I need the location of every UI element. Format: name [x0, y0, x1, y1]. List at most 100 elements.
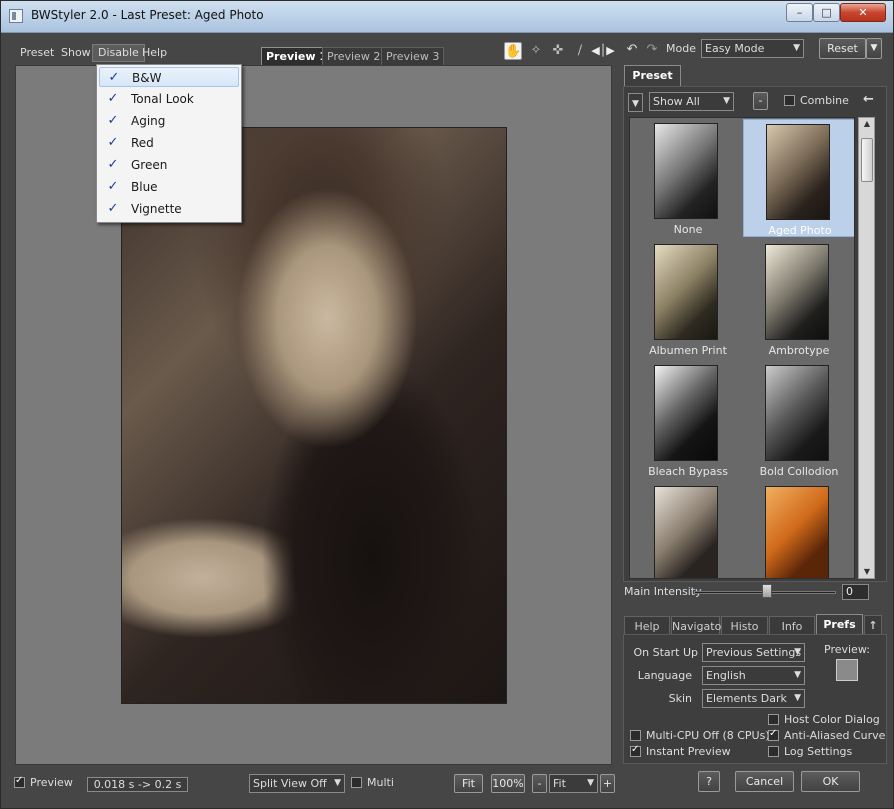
preview-label: Preview [30, 776, 73, 789]
skin-label: Skin [668, 692, 692, 705]
multi-checkbox[interactable] [351, 777, 362, 788]
disable-item-aging[interactable]: ✓ Aging [99, 111, 239, 131]
preset-label: Aged Photo [768, 224, 832, 237]
expand-arrow-icon[interactable]: ↑ [864, 615, 882, 636]
combine-label: Combine [800, 94, 849, 107]
log-settings-label: Log Settings [784, 745, 853, 758]
fit-button[interactable]: Fit [454, 774, 483, 793]
disable-item-blue[interactable]: ✓ Blue [99, 177, 239, 197]
menu-item-label: Green [131, 158, 168, 172]
skin-value: Elements Dark [706, 692, 787, 705]
preset-panel: ▼ Show All ▼ - Combine ← None Aged Photo … [623, 86, 887, 582]
close-button[interactable]: ✕ [840, 3, 886, 22]
preview-checkbox[interactable] [14, 775, 25, 788]
minimize-button[interactable]: – [786, 3, 813, 22]
hand-tool-icon[interactable]: ✋ [504, 42, 522, 60]
preset-label: Bold Collodion [759, 465, 839, 478]
preset-image [765, 486, 829, 578]
preset-label: Ambrotype [768, 344, 830, 357]
filter-value: Show All [653, 95, 700, 108]
preset-scrollbar[interactable]: ▲ ▼ [858, 117, 875, 579]
preset-thumb-albumen-print[interactable]: Albumen Print [632, 240, 744, 358]
preset-label: Bleach Bypass [648, 465, 728, 478]
preset-thumb-none[interactable]: None [632, 119, 744, 237]
preset-image [765, 244, 829, 340]
preset-thumb-7[interactable] [632, 482, 744, 578]
multi-cpu-checkbox[interactable] [630, 730, 641, 741]
preset-thumb-8[interactable] [743, 482, 854, 578]
chevron-down-icon: ▼ [794, 670, 801, 680]
disable-item-vignette[interactable]: ✓ Vignette [99, 199, 239, 219]
scrollbar-thumb[interactable] [861, 138, 873, 182]
undo-icon[interactable]: ↶ [623, 41, 641, 59]
split-view-select[interactable]: Split View Off ▼ [249, 774, 345, 793]
disable-item-green[interactable]: ✓ Green [99, 155, 239, 175]
menu-show[interactable]: Show [56, 44, 96, 62]
preset-thumb-ambrotype[interactable]: Ambrotype [743, 240, 854, 358]
scroll-down-icon[interactable]: ▼ [861, 567, 873, 577]
zoom-out-button[interactable]: - [532, 774, 547, 793]
preset-thumb-bold-collodion[interactable]: Bold Collodion [743, 361, 854, 479]
check-icon: ✓ [107, 179, 119, 194]
pencil-tool-icon[interactable]: ∕ [571, 42, 589, 60]
menu-preset[interactable]: Preset [15, 44, 59, 62]
multi-label: Multi [367, 776, 394, 789]
disable-item-tonal-look[interactable]: ✓ Tonal Look [99, 89, 239, 109]
cancel-button[interactable]: Cancel [735, 771, 794, 792]
combine-checkbox[interactable] [784, 95, 795, 106]
preset-filter-select[interactable]: Show All ▼ [649, 92, 734, 111]
zoom-value: Fit [553, 777, 566, 790]
disable-item-red[interactable]: ✓ Red [99, 133, 239, 153]
crosshair-tool-icon[interactable]: ✜ [549, 42, 567, 60]
instant-preview-checkbox[interactable] [630, 744, 641, 757]
log-settings-checkbox[interactable] [768, 746, 779, 757]
preset-image [654, 123, 718, 219]
preset-image [766, 124, 830, 220]
main-intensity-value[interactable]: 0 [842, 584, 869, 600]
slider-knob[interactable] [762, 584, 772, 598]
ok-button[interactable]: OK [801, 771, 860, 792]
preset-image [765, 365, 829, 461]
chevron-down-icon: ▼ [794, 693, 801, 703]
chevron-down-icon: ▼ [793, 43, 800, 53]
preset-thumb-bleach-bypass[interactable]: Bleach Bypass [632, 361, 744, 479]
split-compare-icon[interactable]: ◀│▶ [590, 42, 616, 60]
scroll-up-icon[interactable]: ▲ [861, 119, 873, 129]
check-icon: ✓ [107, 157, 119, 172]
redo-icon[interactable]: ↷ [643, 41, 661, 59]
prefs-panel: On Start Up Previous Settings ▼ Language … [623, 634, 887, 764]
language-select[interactable]: English ▼ [702, 666, 805, 685]
anti-aliased-label: Anti-Aliased Curve [784, 729, 886, 742]
reset-menu-button[interactable]: ▼ [866, 38, 882, 59]
disable-item-bw[interactable]: ✓ B&W [99, 67, 239, 87]
zoom-select[interactable]: Fit ▼ [549, 774, 598, 793]
preview-color-swatch[interactable] [836, 659, 858, 681]
multi-cpu-label: Multi-CPU Off (8 CPUs) [646, 729, 770, 742]
menu-help[interactable]: Help [137, 44, 172, 62]
skin-select[interactable]: Elements Dark ▼ [702, 689, 805, 708]
anti-aliased-checkbox[interactable] [768, 728, 779, 741]
menu-item-label: Vignette [131, 202, 182, 216]
startup-select[interactable]: Previous Settings ▼ [702, 643, 805, 662]
collapse-arrow-icon[interactable]: ← [863, 92, 874, 107]
remove-preset-button[interactable]: - [753, 92, 768, 110]
reset-button[interactable]: Reset [819, 38, 866, 59]
chevron-down-icon: ▼ [632, 99, 639, 109]
check-icon: ✓ [107, 135, 119, 150]
zoom-in-button[interactable]: + [600, 774, 615, 793]
tab-preview-3[interactable]: Preview 3 [381, 47, 445, 66]
mode-select[interactable]: Easy Mode ▼ [701, 39, 804, 58]
render-timing: 0.018 s -> 0.2 s [87, 777, 188, 792]
eyedropper-tool-icon[interactable]: ✧ [527, 42, 545, 60]
tab-preview-2[interactable]: Preview 2 [322, 47, 386, 66]
preset-thumb-aged-photo[interactable]: Aged Photo [743, 119, 854, 237]
host-color-checkbox[interactable] [768, 714, 779, 725]
preset-menu-button[interactable]: ▼ [628, 93, 643, 112]
chevron-down-icon: ▼ [794, 647, 801, 657]
zoom-100-button[interactable]: 100% [491, 774, 525, 793]
app-icon [9, 9, 23, 23]
tab-preset[interactable]: Preset [624, 65, 681, 86]
menu-item-label: Tonal Look [131, 92, 194, 106]
maximize-button[interactable]: □ [813, 3, 840, 22]
help-button[interactable]: ? [698, 771, 720, 792]
